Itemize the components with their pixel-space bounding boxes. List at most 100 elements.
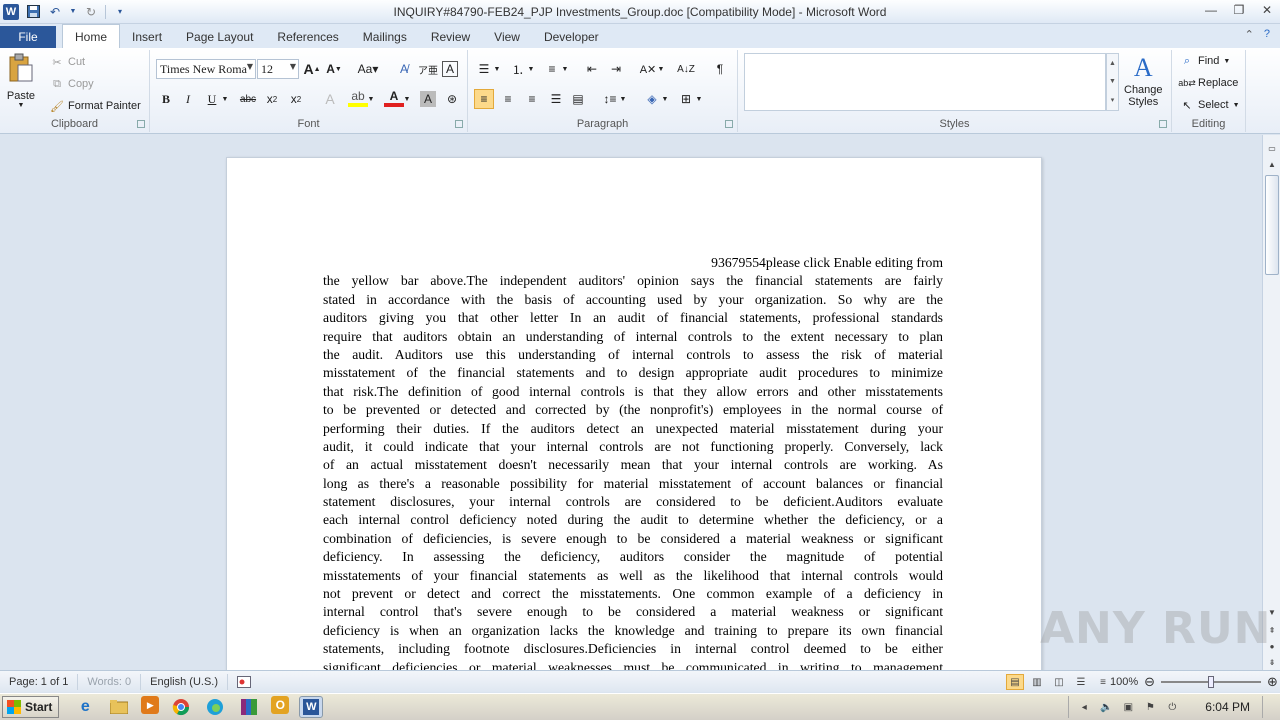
styles-dialog-launcher-icon[interactable] bbox=[1159, 120, 1167, 128]
start-button[interactable]: Start bbox=[2, 696, 60, 718]
customize-qat-icon[interactable]: ▾ bbox=[112, 4, 128, 20]
print-layout-icon[interactable]: ▤ bbox=[1006, 674, 1024, 690]
document-body[interactable]: 93679554please click Enable editing from… bbox=[323, 254, 943, 670]
web-layout-icon[interactable]: ◫ bbox=[1050, 674, 1068, 690]
next-page-icon[interactable]: ⇟ bbox=[1265, 655, 1279, 669]
show-desktop-button[interactable] bbox=[1262, 696, 1272, 718]
outlook-icon[interactable]: O bbox=[271, 696, 290, 714]
superscript-icon[interactable]: x2 bbox=[286, 89, 306, 109]
enclose-characters-icon[interactable]: ⊛ bbox=[442, 89, 462, 109]
decrease-indent-icon[interactable]: ⇤ bbox=[582, 59, 602, 79]
align-left-icon[interactable]: ≡ bbox=[474, 89, 494, 109]
font-name-combo[interactable]: Times New Roma ▼ bbox=[156, 59, 256, 79]
undo-dropdown-icon[interactable]: ▼ bbox=[69, 4, 77, 20]
asian-layout-dropdown-icon[interactable]: ▼ bbox=[656, 59, 666, 79]
edge-icon[interactable] bbox=[203, 696, 227, 718]
paste-button[interactable]: Paste ▼ bbox=[6, 52, 36, 109]
align-center-icon[interactable]: ≡ bbox=[498, 89, 518, 109]
ruler-toggle-icon[interactable]: ▭ bbox=[1265, 141, 1279, 155]
zoom-slider-thumb[interactable] bbox=[1208, 676, 1215, 688]
minimize-icon[interactable]: — bbox=[1204, 2, 1218, 18]
font-name-dropdown-icon[interactable]: ▼ bbox=[247, 62, 253, 71]
chrome-icon[interactable] bbox=[169, 696, 193, 718]
word-icon[interactable]: W bbox=[299, 696, 324, 718]
tab-review[interactable]: Review bbox=[419, 26, 482, 48]
macro-recording-icon[interactable] bbox=[228, 674, 260, 690]
styles-gallery-scroll[interactable]: ▲ ▼ ▾ bbox=[1106, 53, 1119, 111]
action-center-flag-icon[interactable]: ⚑ bbox=[1143, 700, 1157, 714]
network-icon[interactable]: ▣ bbox=[1121, 700, 1135, 714]
explorer-icon[interactable] bbox=[107, 696, 131, 718]
bullets-dropdown-icon[interactable]: ▼ bbox=[492, 59, 502, 79]
select-dropdown-icon[interactable]: ▼ bbox=[1233, 102, 1240, 109]
character-shading-icon[interactable]: A bbox=[420, 91, 436, 107]
tab-references[interactable]: References bbox=[265, 26, 350, 48]
tray-expand-icon[interactable]: ◂ bbox=[1077, 700, 1091, 714]
word-count[interactable]: Words: 0 bbox=[78, 673, 142, 690]
text-highlight-icon[interactable]: ab bbox=[348, 89, 368, 107]
clipboard-dialog-launcher-icon[interactable] bbox=[137, 120, 145, 128]
underline-dropdown-icon[interactable]: ▼ bbox=[220, 89, 230, 109]
italic-icon[interactable]: I bbox=[178, 89, 198, 109]
document-page[interactable]: 93679554please click Enable editing from… bbox=[226, 157, 1042, 670]
scrollbar-thumb[interactable] bbox=[1265, 175, 1279, 275]
change-styles-button[interactable]: A Change Styles bbox=[1124, 52, 1163, 108]
shading-dropdown-icon[interactable]: ▼ bbox=[660, 89, 670, 109]
shrink-font-icon[interactable]: A ▼ bbox=[324, 59, 344, 79]
styles-down-icon[interactable]: ▼ bbox=[1109, 78, 1116, 85]
clock[interactable]: 6:04 PM bbox=[1205, 700, 1250, 714]
text-effects-icon[interactable]: A bbox=[320, 89, 340, 109]
font-color-dropdown-icon[interactable]: ▼ bbox=[402, 89, 412, 109]
redo-icon[interactable]: ↻ bbox=[83, 4, 99, 20]
find-button[interactable]: ⌕ Find ▼ bbox=[1180, 52, 1230, 70]
bullets-icon[interactable]: ☰ bbox=[474, 59, 494, 79]
zoom-level[interactable]: 100% bbox=[1110, 676, 1138, 688]
tab-home[interactable]: Home bbox=[62, 24, 121, 48]
numbering-icon[interactable]: ⒈ bbox=[508, 59, 528, 79]
tab-insert[interactable]: Insert bbox=[120, 26, 174, 48]
copy-button[interactable]: ⧉ Copy bbox=[50, 75, 94, 93]
font-size-combo[interactable]: 12 ▼ bbox=[257, 59, 299, 79]
show-formatting-marks-icon[interactable]: ¶ bbox=[710, 59, 730, 79]
cut-button[interactable]: ✂ Cut bbox=[50, 53, 85, 71]
character-border-icon[interactable]: A bbox=[442, 61, 458, 77]
subscript-icon[interactable]: x2 bbox=[262, 89, 282, 109]
borders-icon[interactable]: ⊞ bbox=[676, 89, 696, 109]
document-area[interactable]: 93679554please click Enable editing from… bbox=[0, 135, 1262, 670]
outline-icon[interactable]: ☰ bbox=[1072, 674, 1090, 690]
shading-icon[interactable]: ◈ bbox=[642, 89, 662, 109]
scroll-up-icon[interactable]: ▲ bbox=[1265, 157, 1279, 171]
line-spacing-icon[interactable]: ↕≡ bbox=[600, 89, 620, 109]
tab-mailings[interactable]: Mailings bbox=[351, 26, 419, 48]
styles-more-icon[interactable]: ▾ bbox=[1111, 96, 1115, 104]
minimize-ribbon-icon[interactable]: ⌃ bbox=[1245, 28, 1254, 41]
zoom-out-icon[interactable]: ⊖ bbox=[1144, 674, 1155, 690]
ie-icon[interactable]: e bbox=[73, 696, 97, 718]
full-screen-reading-icon[interactable]: ▥ bbox=[1028, 674, 1046, 690]
styles-gallery[interactable] bbox=[744, 53, 1106, 111]
find-dropdown-icon[interactable]: ▼ bbox=[1223, 58, 1230, 65]
help-icon[interactable]: ? bbox=[1264, 28, 1270, 41]
underline-icon[interactable]: U bbox=[202, 89, 222, 109]
grow-font-icon[interactable]: A ▲ bbox=[302, 59, 322, 79]
tab-page-layout[interactable]: Page Layout bbox=[174, 26, 265, 48]
font-size-dropdown-icon[interactable]: ▼ bbox=[290, 62, 296, 71]
sort-icon[interactable]: A↓Z bbox=[676, 59, 696, 79]
font-color-icon[interactable]: A bbox=[384, 89, 404, 107]
strikethrough-icon[interactable]: abc bbox=[238, 89, 258, 109]
paste-dropdown-icon[interactable]: ▼ bbox=[18, 102, 25, 109]
font-dialog-launcher-icon[interactable] bbox=[455, 120, 463, 128]
justify-icon[interactable]: ☰ bbox=[546, 89, 566, 109]
highlight-dropdown-icon[interactable]: ▼ bbox=[366, 89, 376, 109]
align-right-icon[interactable]: ≡ bbox=[522, 89, 542, 109]
bold-icon[interactable]: B bbox=[156, 89, 176, 109]
power-icon[interactable]: ⏻ bbox=[1165, 700, 1179, 714]
zoom-slider[interactable] bbox=[1161, 676, 1262, 688]
styles-up-icon[interactable]: ▲ bbox=[1109, 60, 1116, 67]
format-painter-button[interactable]: 🖌 Format Painter bbox=[50, 97, 141, 115]
volume-icon[interactable]: 🔈 bbox=[1099, 700, 1113, 714]
tab-developer[interactable]: Developer bbox=[532, 26, 611, 48]
zoom-in-icon[interactable]: ⊕ bbox=[1267, 674, 1278, 690]
clear-formatting-icon[interactable]: A̸ bbox=[394, 59, 414, 79]
multilevel-dropdown-icon[interactable]: ▼ bbox=[560, 59, 570, 79]
